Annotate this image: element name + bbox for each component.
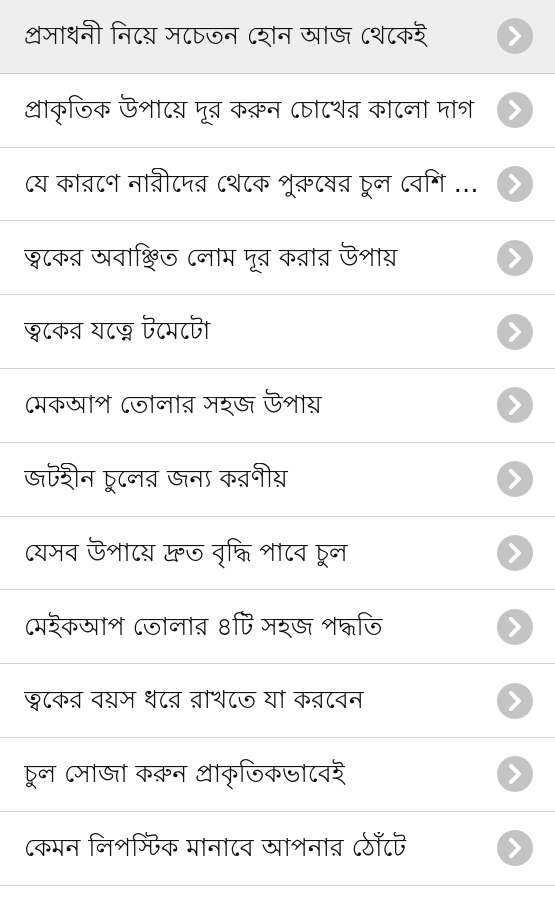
article-list: প্রসাধনী নিয়ে সচেতন হোন আজ থেকেই প্রাকৃ… [0,0,555,900]
list-item-label: চুল সোজা করুন প্রাকৃতিকভাবেই [24,759,345,789]
list-item[interactable]: ত্বকের যত্নে টমেটো [0,295,555,369]
list-item-label: জটহীন চুলের জন্য করণীয় [24,463,288,493]
chevron-right-icon[interactable] [497,756,533,793]
chevron-right-icon[interactable] [497,165,533,202]
list-item-label: ত্বকের যত্নে টমেটো [24,316,211,346]
list-item-label: যেসব উপায়ে দ্রুত বৃদ্ধি পাবে চুল [24,537,348,567]
list-item[interactable]: মেইকআপ তোলার ৪টি সহজ পদ্ধতি [0,590,555,665]
list-item-label: প্রাকৃতিক উপায়ে দূর করুন চোখের কালো দাগ [24,94,474,124]
list-item[interactable]: প্রসাধনী নিয়ে সচেতন হোন আজ থেকেই [0,0,555,74]
list-item[interactable]: যেসব উপায়ে দ্রুত বৃদ্ধি পাবে চুল [0,516,555,591]
chevron-right-icon[interactable] [497,239,533,276]
chevron-right-icon[interactable] [497,608,533,645]
list-item[interactable]: চুল সোজা করুন প্রাকৃতিকভাবেই [0,737,555,812]
list-item[interactable]: কেমন লিপস্টিক মানাবে আপনার ঠোঁটে [0,811,555,886]
chevron-right-icon[interactable] [497,387,533,424]
list-item-label: কেমন লিপস্টিক মানাবে আপনার ঠোঁটে [24,832,407,862]
list-item-label: মেইকআপ তোলার ৪টি সহজ পদ্ধতি [24,611,383,641]
list-item-label: ত্বকের বয়স ধরে রাখতে যা করবেন [24,685,364,715]
list-item-label: যে কারণে নারীদের থেকে পুরুষের চুল বেশি প… [24,168,497,198]
list-item-label: মেকআপ তোলার সহজ উপায় [24,390,322,420]
list-item-label: প্রসাধনী নিয়ে সচেতন হোন আজ থেকেই [24,21,427,51]
chevron-right-icon[interactable] [497,92,533,129]
list-item[interactable]: জটহীন চুলের জন্য করণীয় [0,442,555,517]
chevron-right-icon[interactable] [497,18,533,55]
list-item[interactable]: ত্বকের অবাঞ্ছিত লোম দূর করার উপায় [0,221,555,296]
chevron-right-icon[interactable] [497,830,533,867]
list-item[interactable]: মেকআপ তোলার সহজ উপায় [0,368,555,443]
chevron-right-icon[interactable] [497,313,533,350]
list-item[interactable]: যে কারণে নারীদের থেকে পুরুষের চুল বেশি প… [0,147,555,222]
chevron-right-icon[interactable] [497,682,533,719]
chevron-right-icon[interactable] [497,534,533,571]
list-item[interactable]: প্রাকৃতিক উপায়ে দূর করুন চোখের কালো দাগ [0,73,555,148]
list-item[interactable]: ত্বকের বয়স ধরে রাখতে যা করবেন [0,664,555,738]
chevron-right-icon[interactable] [497,461,533,498]
list-item-label: ত্বকের অবাঞ্ছিত লোম দূর করার উপায় [24,242,398,272]
